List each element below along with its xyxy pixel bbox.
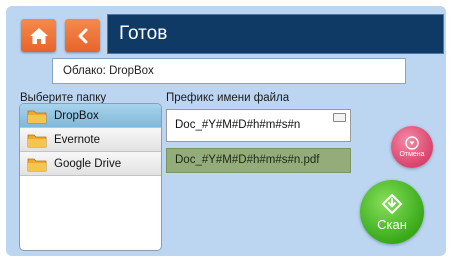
filename-prefix-input[interactable]: Doc_#Y#M#D#h#m#s#n <box>166 109 351 142</box>
cancel-button[interactable]: Отмена <box>391 126 433 168</box>
stop-icon <box>405 136 419 150</box>
folder-item-label: Evernote <box>54 133 101 146</box>
cancel-label: Отмена <box>399 151 425 158</box>
chevron-left-icon <box>78 28 87 43</box>
prefix-label: Префикс имени файла <box>166 92 290 104</box>
home-button[interactable] <box>21 19 56 52</box>
home-icon <box>29 27 48 44</box>
scan-button[interactable]: Скан <box>360 180 424 244</box>
keyboard-icon[interactable] <box>333 113 346 122</box>
folder-item-google-drive[interactable]: Google Drive <box>20 152 161 176</box>
back-button[interactable] <box>65 19 100 52</box>
folder-list[interactable]: DropBox Evernote Google Drive <box>19 103 162 251</box>
scan-icon <box>381 193 403 214</box>
folder-icon <box>27 132 47 148</box>
page-title: Готов <box>107 14 444 54</box>
filename-preview: Doc_#Y#M#D#h#m#s#n.pdf <box>166 148 351 173</box>
filename-prefix-value: Doc_#Y#M#D#h#m#s#n <box>175 119 301 131</box>
folder-item-label: DropBox <box>54 109 99 122</box>
folder-icon <box>27 156 47 172</box>
folder-icon <box>27 108 47 124</box>
folder-item-label: Google Drive <box>54 157 122 170</box>
folder-item-dropbox[interactable]: DropBox <box>20 104 161 128</box>
folder-item-evernote[interactable]: Evernote <box>20 128 161 152</box>
cloud-field: Облако: DropBox <box>52 58 406 84</box>
scan-label: Скан <box>377 216 407 232</box>
